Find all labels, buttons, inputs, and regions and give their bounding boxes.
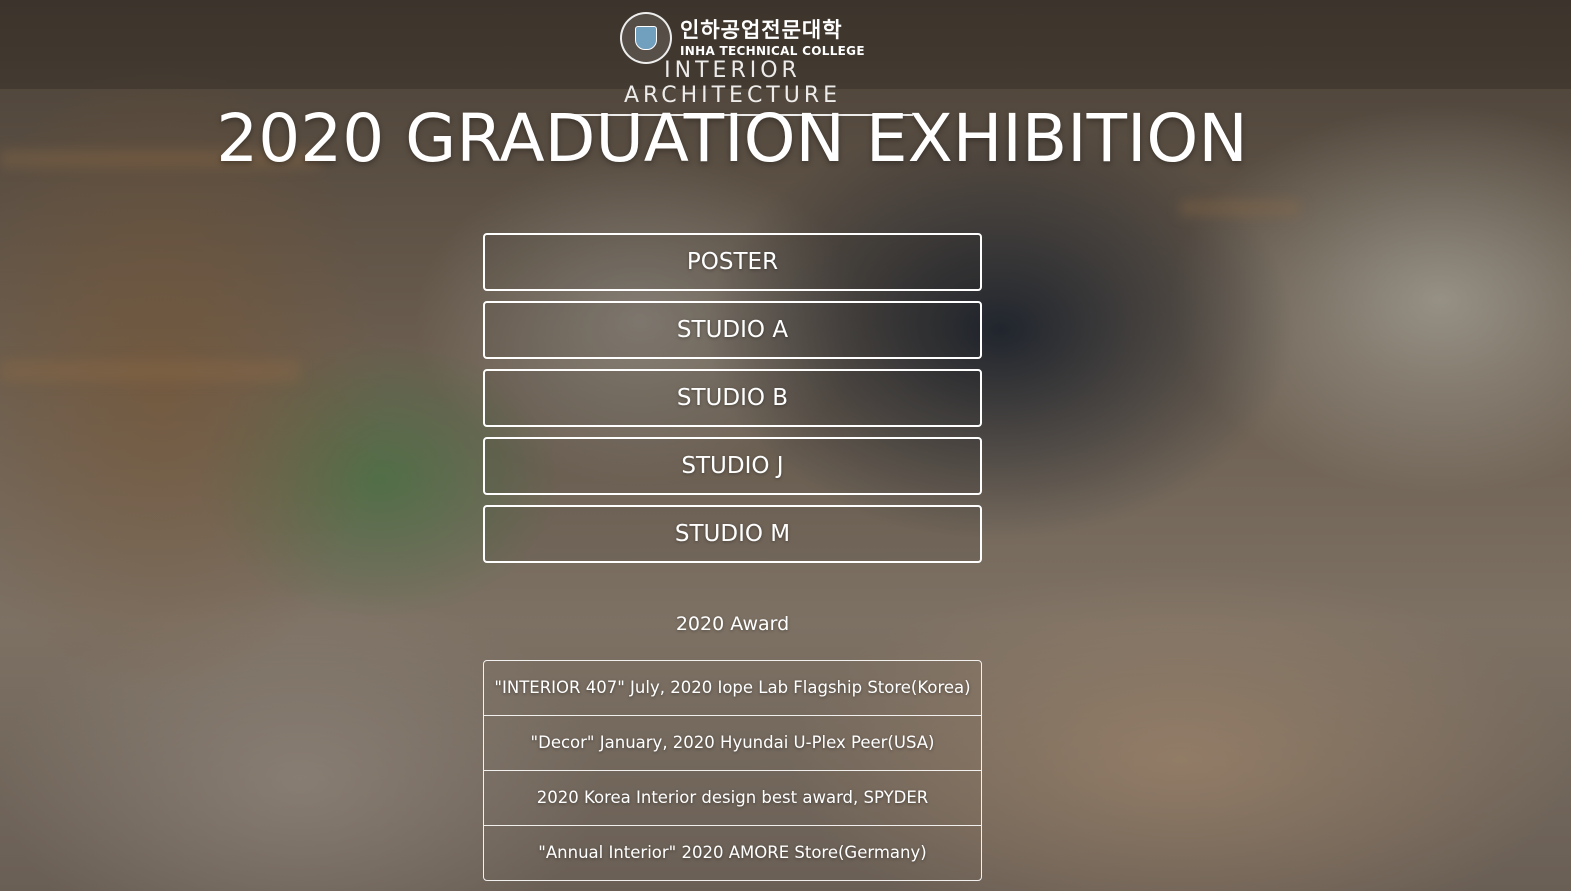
seal-emblem-icon [635,26,657,50]
award-item: "Decor" January, 2020 Hyundai U-Plex Pee… [484,716,981,771]
background-shelf [0,360,300,382]
award-item: "INTERIOR 407" July, 2020 Iope Lab Flags… [484,661,981,716]
logo-english-name: INHA TECHNICAL COLLEGE [680,43,865,58]
award-item: "Annual Interior" 2020 AMORE Store(Germa… [538,843,927,862]
logo-text: 인하공업전문대학 INHA TECHNICAL COLLEGE [680,17,865,58]
college-seal-icon [620,12,672,64]
poster-button[interactable]: POSTER [483,233,982,291]
award-heading: 2020 Award [675,613,790,635]
studio-menu: POSTER STUDIO A STUDIO B STUDIO J STUDIO… [483,233,982,573]
award-item: 2020 Korea Interior design best award, S… [484,771,981,826]
background-shelf [1180,200,1300,216]
studio-j-button[interactable]: STUDIO J [483,437,982,495]
studio-a-button[interactable]: STUDIO A [483,301,982,359]
studio-m-button[interactable]: STUDIO M [483,505,982,563]
logo-korean-name: 인하공업전문대학 [680,17,843,42]
page-background: 인하공업전문대학 INHA TECHNICAL COLLEGE INTERIOR… [0,0,1571,891]
award-list: "INTERIOR 407" July, 2020 Iope Lab Flags… [483,660,982,881]
page-title: 2020 GRADUATION EXHIBITION [216,100,1248,177]
studio-b-button[interactable]: STUDIO B [483,369,982,427]
college-logo[interactable]: 인하공업전문대학 INHA TECHNICAL COLLEGE [620,12,865,64]
